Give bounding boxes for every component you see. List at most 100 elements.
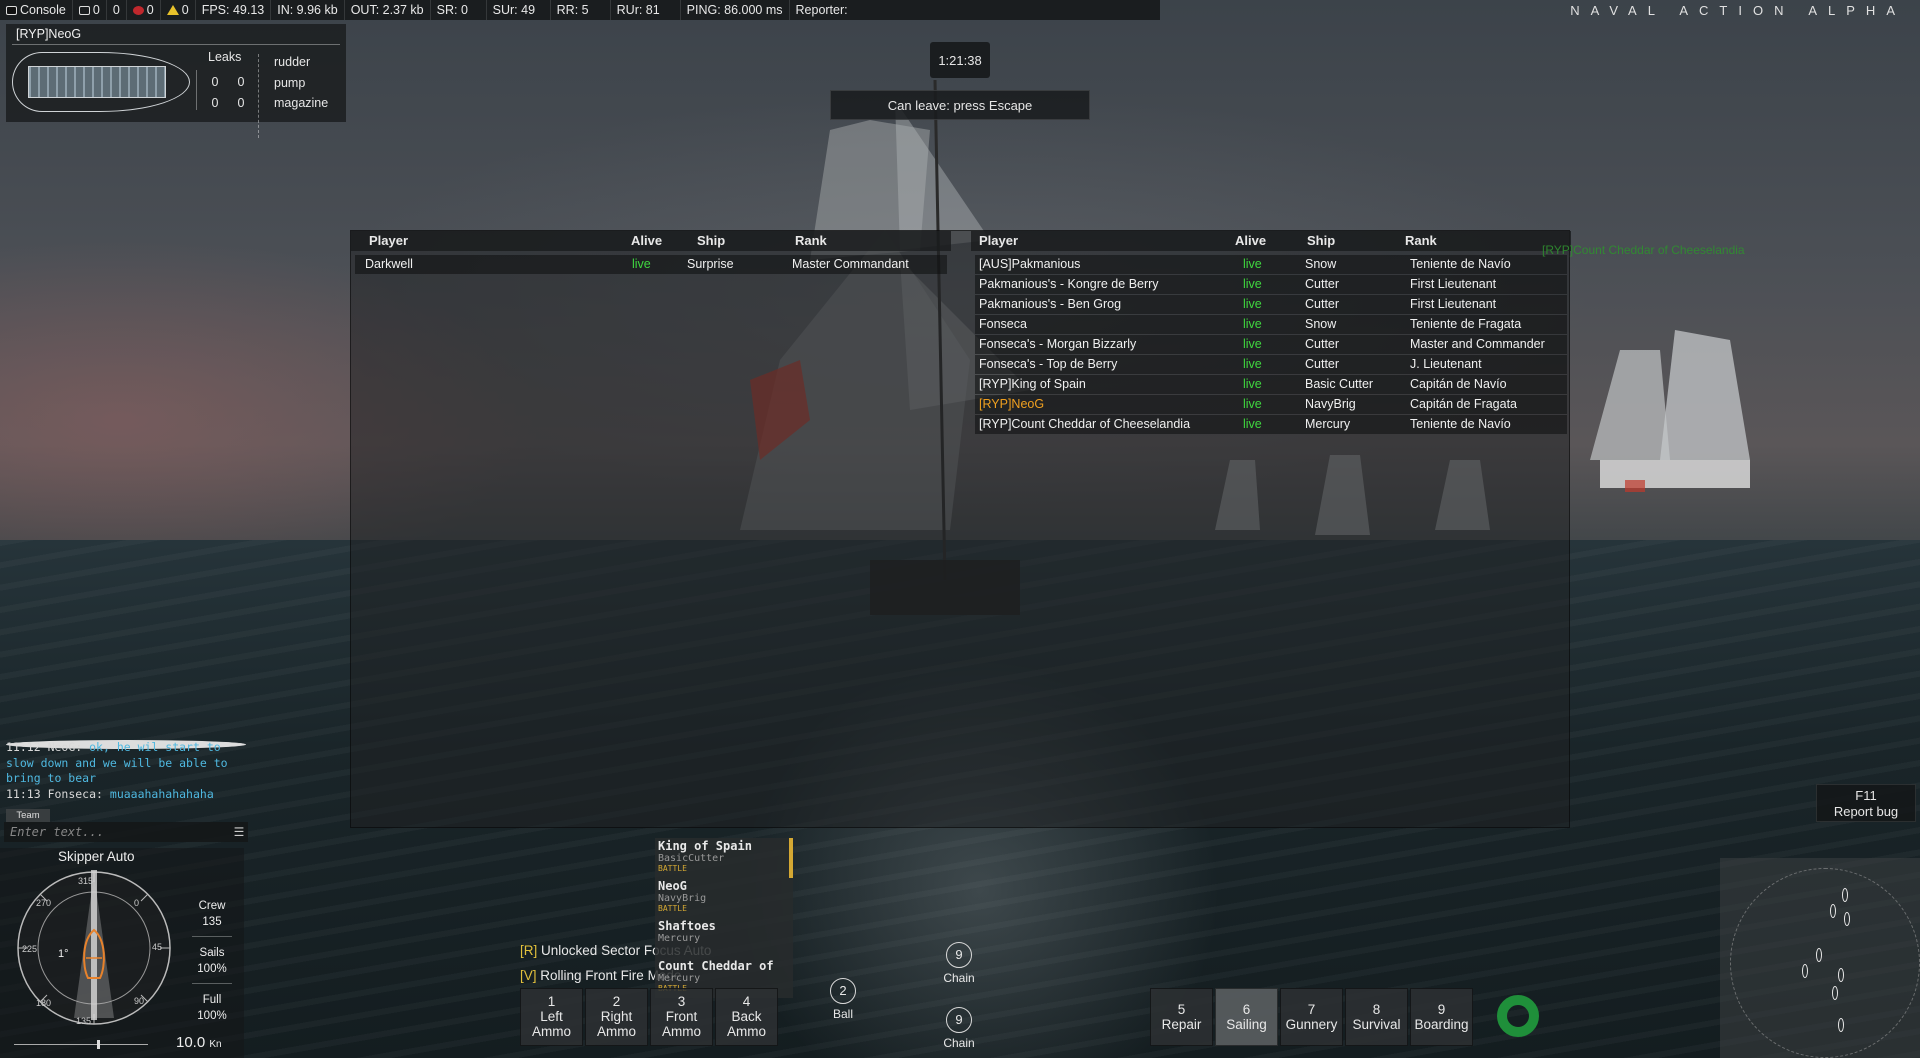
skill-button-sailing[interactable]: 6 Sailing <box>1215 988 1278 1046</box>
hotkey-number: 3 <box>677 994 686 1009</box>
chat-input[interactable] <box>4 822 230 842</box>
hotkey-number: 8 <box>1372 1002 1381 1017</box>
player-rows: [AUS]Pakmanious live Snow Teniente de Navío… <box>971 255 1571 434</box>
speed-slider[interactable] <box>14 1044 148 1045</box>
ammo-button-front[interactable]: 3 Front Ammo <box>650 988 713 1046</box>
skill-button-gunnery[interactable]: 7 Gunnery <box>1280 988 1343 1046</box>
heading-readout: 1° <box>58 948 69 960</box>
console-button[interactable]: Console <box>0 0 73 20</box>
minimap-ship-icon <box>1844 912 1850 926</box>
scoreboard-header: Player Alive Ship Rank <box>971 231 1571 251</box>
ammo-loaded-ball[interactable]: 2 Ball <box>818 978 868 1021</box>
alive-status: live <box>1243 317 1262 331</box>
chat-menu-icon[interactable]: ☰ <box>230 822 248 842</box>
alive-status: live <box>1243 277 1262 291</box>
header-alive: Alive <box>631 233 663 248</box>
leak-value: 0 <box>211 75 219 89</box>
debug-topbar: Console 0 0 0 0 FPS: 49.13 IN: 9.96 kb O… <box>0 0 1160 749</box>
ammo-loaded-chain[interactable]: 9 Chain <box>934 942 984 985</box>
compass-degree-label: 45 <box>152 942 163 952</box>
reporter-field[interactable]: Reporter: <box>790 0 986 20</box>
error-counter[interactable]: 0 <box>127 0 161 20</box>
speed-slider-handle[interactable] <box>97 1040 100 1049</box>
target-ship: Mercury <box>658 933 701 944</box>
hull-integrity-bar <box>28 66 166 98</box>
table-row[interactable]: [RYP]Count Cheddar of Cheeselandia live Me… <box>975 415 1567 434</box>
ammo-type: Ball <box>832 1007 853 1021</box>
ship-type: NavyBrig <box>1305 397 1356 411</box>
player-name: Fonseca <box>979 317 1027 331</box>
ammo-bar: 1 Left Ammo 2 Right Ammo 3 Front Ammo 4 Back Ammo <box>520 988 778 1046</box>
skill-label: Boarding <box>1414 1017 1469 1032</box>
ammo-label: Ammo <box>726 1024 766 1039</box>
ship-type: Cutter <box>1305 337 1340 351</box>
target-entry[interactable]: NeoG NavyBrig BATTLE <box>655 878 793 918</box>
rr-stat: RR: 5 <box>551 0 611 20</box>
ammo-count: 9 <box>946 1007 972 1033</box>
target-state: BATTLE <box>658 904 687 913</box>
damage-rudder: rudder <box>274 55 311 69</box>
minimap[interactable] <box>1720 858 1920 1058</box>
hotkey-number: 9 <box>1437 1002 1446 1017</box>
skill-label: Repair <box>1161 1017 1202 1032</box>
player-name: [AUS]Pakmanious <box>979 257 1081 271</box>
ammo-button-left[interactable]: 1 Left Ammo <box>520 988 583 1046</box>
report-bug-button[interactable]: F11 Report bug <box>1816 784 1916 822</box>
hotkey-number: 1 <box>547 994 556 1009</box>
skill-label: Gunnery <box>1285 1017 1338 1032</box>
player-rank: Capitán de Fragata <box>1410 397 1518 411</box>
compass-degree-label: 225 <box>22 944 38 954</box>
table-row[interactable]: Fonseca's - Top de Berry live Cutter J. Lie… <box>975 355 1567 374</box>
chat-tab-team[interactable]: Team <box>6 809 50 822</box>
ship-type: Cutter <box>1305 297 1340 311</box>
damage-list: rudder pump magazine <box>274 52 328 114</box>
table-row[interactable]: Pakmanious's - Kongre de Berry live Cutter… <box>975 275 1567 294</box>
skill-button-boarding[interactable]: 9 Boarding <box>1410 988 1473 1046</box>
team-right: Player Alive Ship Rank [AUS]Pakmanious li… <box>971 231 1571 435</box>
ammo-loaded-chain[interactable]: 9 Chain <box>934 1007 984 1050</box>
minimap-ship-icon <box>1830 904 1836 918</box>
sails-label: Sails <box>199 947 225 959</box>
team-left: Player Alive Ship Rank Darkwell live Sur… <box>351 231 951 275</box>
compass-degree-label: 315 <box>78 876 94 886</box>
divider <box>192 936 232 937</box>
table-row[interactable]: Pakmanious's - Ben Grog live Cutter First L… <box>975 295 1567 314</box>
target-entry[interactable]: King of Spain BasicCutter BATTLE <box>655 838 793 878</box>
skill-button-survival[interactable]: 8 Survival <box>1345 988 1408 1046</box>
minimap-ship-icon <box>1838 1018 1844 1032</box>
alive-status: live <box>632 257 651 271</box>
ammo-side: Right <box>600 1009 633 1024</box>
helm-panel: Skipper Auto 270 315 0 45 90 135 180 225 1° Crew… <box>0 848 244 1058</box>
table-row[interactable]: [RYP]NeoG live NavyBrig Capitán de Fragata <box>975 395 1567 414</box>
hotkey-number: 7 <box>1307 1002 1316 1017</box>
ship-type: Cutter <box>1305 357 1340 371</box>
leak-value: 0 <box>211 96 219 110</box>
table-row[interactable]: Fonseca's - Morgan Bizzarly live Cutter Mas… <box>975 335 1567 354</box>
skipper-mode[interactable]: Skipper Auto <box>58 849 135 864</box>
player-rank: Teniente de Fragata <box>1410 317 1522 331</box>
target-entry[interactable]: Shaftoes Mercury <box>655 918 793 958</box>
table-row[interactable]: [AUS]Pakmanious live Snow Teniente de Navío <box>975 255 1567 274</box>
header-player: Player <box>979 233 1019 248</box>
sur-stat: SUr: 49 <box>487 0 551 20</box>
table-row[interactable]: [RYP]King of Spain live Basic Cutter Capitá… <box>975 375 1567 394</box>
ammo-side: Front <box>665 1009 698 1024</box>
in-stat: IN: 9.96 kb <box>271 0 345 20</box>
mail-counter[interactable]: 0 <box>73 0 107 20</box>
ammo-label: Ammo <box>596 1024 636 1039</box>
status-ring-icon <box>1497 995 1539 1037</box>
full-label: Full <box>202 994 222 1006</box>
game-title: NAVAL ACTION ALPHA <box>1570 3 1906 18</box>
out-stat: OUT: 2.37 kb <box>345 0 431 20</box>
skill-button-repair[interactable]: 5 Repair <box>1150 988 1213 1046</box>
full-value: 100% <box>197 1010 227 1022</box>
table-row[interactable]: Darkwell live Surprise Master Commandant <box>355 255 947 274</box>
player-rows: Darkwell live Surprise Master Commandant <box>351 255 951 274</box>
minimap-ship-icon <box>1816 948 1822 962</box>
ammo-button-right[interactable]: 2 Right Ammo <box>585 988 648 1046</box>
warning-counter[interactable]: 0 <box>161 0 196 20</box>
ship-type: Basic Cutter <box>1305 377 1374 391</box>
table-row[interactable]: Fonseca live Snow Teniente de Fragata <box>975 315 1567 334</box>
ammo-button-back[interactable]: 4 Back Ammo <box>715 988 778 1046</box>
chat-counter[interactable]: 0 <box>6 0 246 749</box>
